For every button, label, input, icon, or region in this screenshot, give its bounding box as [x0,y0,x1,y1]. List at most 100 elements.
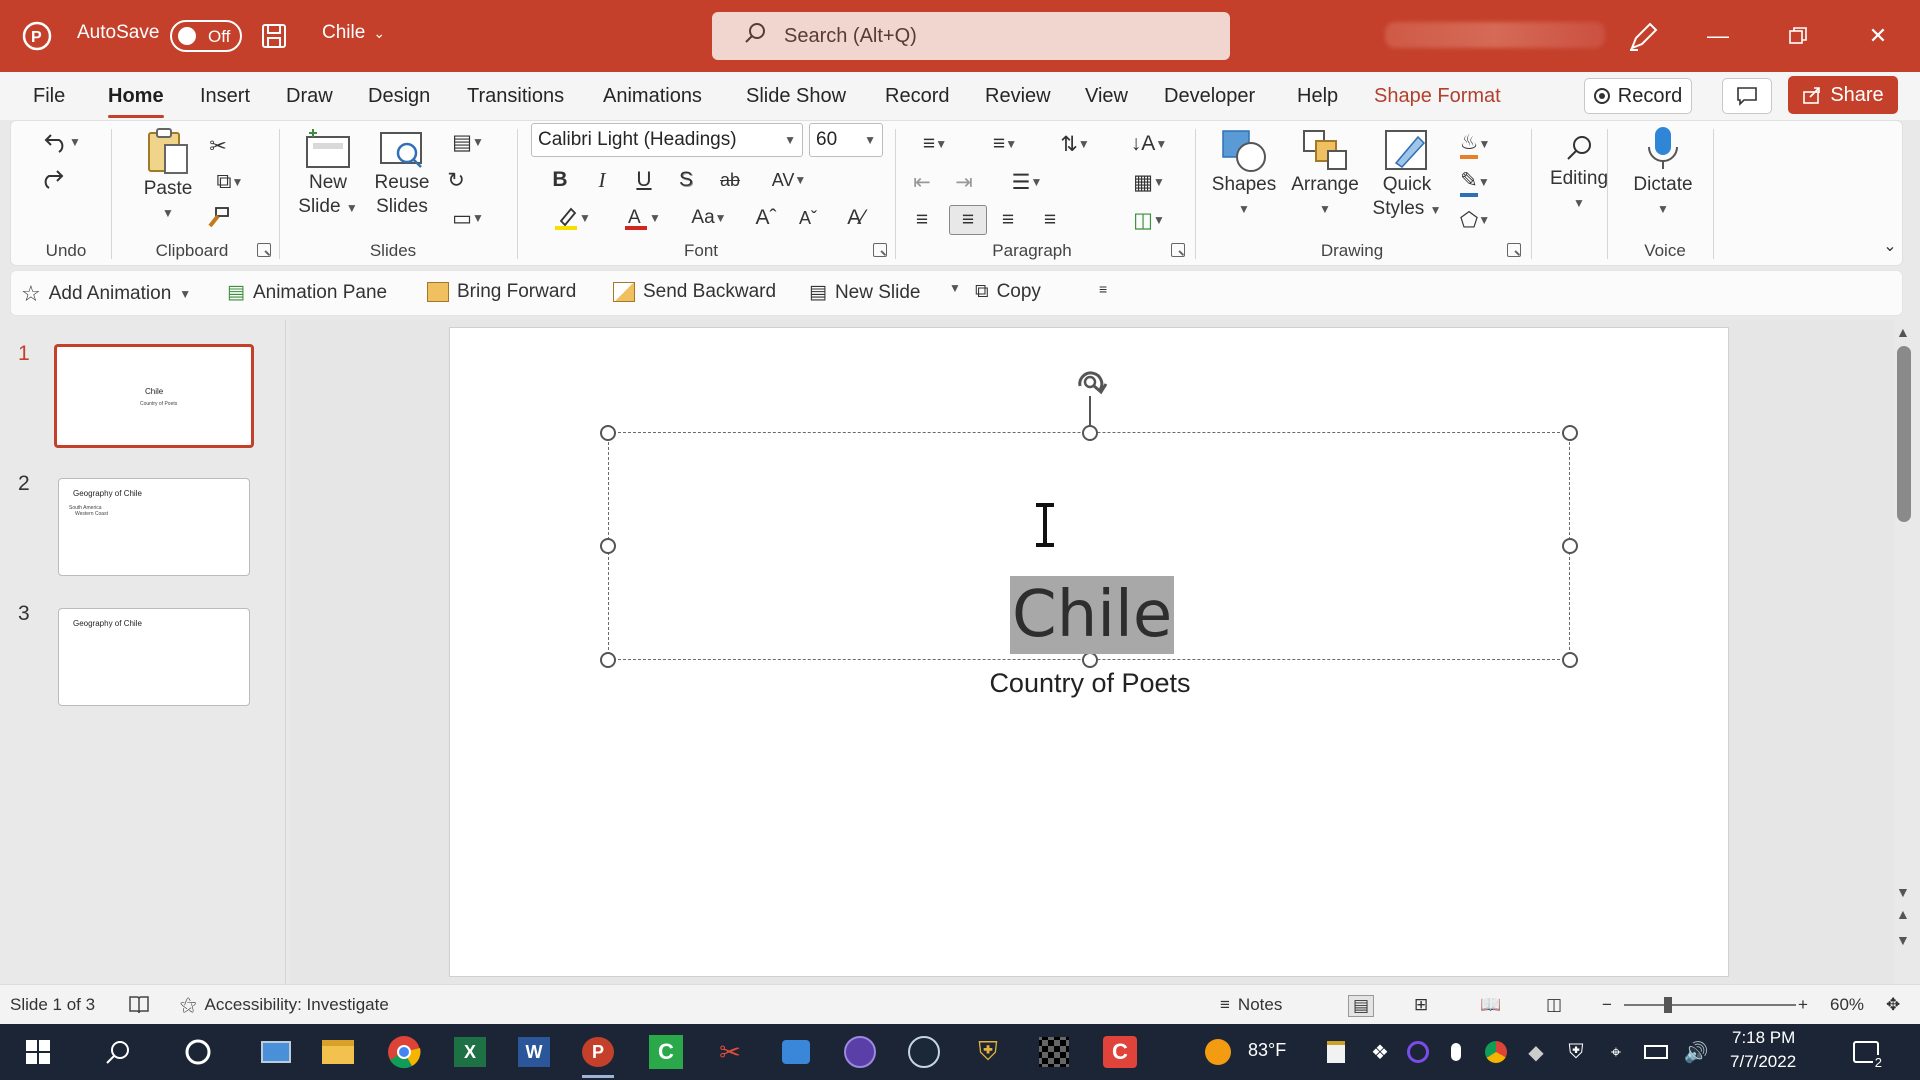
tab-home[interactable]: Home [108,85,164,118]
next-slide-icon[interactable]: ▼ [1896,932,1910,948]
redo-button[interactable] [37,163,67,193]
share-button[interactable]: Share [1788,76,1898,114]
justify-button[interactable]: ≡ [1035,205,1065,235]
tray-circle-icon[interactable] [1398,1032,1438,1072]
resize-handle-left[interactable] [600,538,616,554]
previous-slide-icon[interactable]: ▲ [1896,906,1910,922]
font-size-select[interactable]: 60 ▼ [809,123,883,157]
arrange-button[interactable]: Arrange ▼ [1285,127,1365,221]
tray-chrome-icon[interactable] [1476,1032,1516,1072]
qat-new-slide-button[interactable]: ▤ New Slide [809,281,921,304]
designer-pen-icon[interactable] [1626,20,1660,54]
tab-transitions[interactable]: Transitions [467,85,564,108]
tab-draw[interactable]: Draw [286,85,333,108]
slide-thumbnail-2[interactable]: Geography of Chile South America Western… [58,478,250,576]
phone-link-icon[interactable] [776,1032,816,1072]
slide-title-text[interactable]: Chile [1010,576,1175,654]
tab-developer[interactable]: Developer [1164,85,1255,108]
resize-handle-top-left[interactable] [600,425,616,441]
character-spacing-button[interactable]: AV ▼ [761,165,817,195]
zoom-slider-track[interactable] [1624,1004,1796,1006]
clock-time[interactable]: 7:18 PM [1732,1028,1795,1048]
italic-button[interactable]: I [587,165,617,195]
resize-handle-bottom-right[interactable] [1562,652,1578,668]
align-left-button[interactable]: ≡ [907,205,937,235]
font-name-select[interactable]: Calibri Light (Headings) ▼ [531,123,803,157]
tab-record[interactable]: Record [885,85,949,108]
slide-thumbnail-3[interactable]: Geography of Chile [58,608,250,706]
paragraph-launcher-icon[interactable] [1171,243,1185,257]
chrome-icon[interactable] [384,1032,424,1072]
text-shadow-button[interactable]: S [671,165,701,195]
qat-new-slide-dropdown[interactable]: ▼ [949,281,961,295]
weather-temperature[interactable]: 83°F [1248,1040,1286,1061]
clipboard-launcher-icon[interactable] [257,243,271,257]
dictate-button[interactable]: Dictate ▼ [1621,125,1705,221]
app-icon-purple[interactable] [840,1032,880,1072]
slide-thumbnail-1[interactable]: Chile Country of Poets [54,344,254,448]
record-button[interactable]: Record [1584,78,1692,114]
quick-styles-button[interactable]: Quick Styles ▼ [1367,127,1447,222]
steam-icon[interactable] [904,1032,944,1072]
normal-view-button[interactable]: ▤ [1348,995,1375,1017]
bring-forward-button[interactable]: Bring Forward [427,281,576,303]
shape-fill-button[interactable]: ♨ ▼ [1447,129,1503,159]
tray-diamond-icon[interactable]: ◆ [1516,1032,1556,1072]
qat-copy-button[interactable]: ⧉ Copy [975,281,1041,303]
weather-icon[interactable] [1198,1032,1238,1072]
shapes-button[interactable]: Shapes ▼ [1207,127,1281,221]
shape-outline-button[interactable]: ✎ ▼ [1447,167,1503,197]
taskbar-search-icon[interactable] [98,1032,138,1072]
align-right-button[interactable]: ≡ [993,205,1023,235]
file-explorer-icon[interactable] [318,1032,358,1072]
animation-pane-button[interactable]: ▤ Animation Pane [227,281,387,304]
scroll-down-icon[interactable]: ▼ [1896,884,1910,900]
decrease-font-button[interactable]: Aˇ [793,203,823,233]
zoom-in-button[interactable]: + [1798,995,1808,1015]
autosave-toggle[interactable]: Off [170,20,242,52]
scroll-up-icon[interactable]: ▲ [1896,324,1910,340]
tab-help[interactable]: Help [1297,85,1338,108]
zoom-slider-thumb[interactable] [1664,997,1672,1013]
notifications-icon[interactable]: 2 [1846,1032,1886,1072]
strikethrough-button[interactable]: ab [715,165,745,195]
save-icon[interactable] [260,22,288,50]
close-button[interactable]: ✕ [1858,20,1898,52]
tab-review[interactable]: Review [985,85,1051,108]
increase-font-button[interactable]: Aˆ [751,203,781,233]
bold-button[interactable]: B [545,165,575,195]
drawing-launcher-icon[interactable] [1507,243,1521,257]
underline-button[interactable]: U [629,165,659,195]
reuse-slides-button[interactable]: Reuse Slides [367,127,437,219]
customize-qat-button[interactable]: ≡ [1099,281,1107,297]
copy-button[interactable]: ⧉ ▼ [203,167,257,197]
excel-icon[interactable]: X [450,1032,490,1072]
resize-handle-top-right[interactable] [1562,425,1578,441]
paste-button[interactable]: Paste ▼ [131,127,205,225]
slide-show-button[interactable]: ◫ [1546,995,1562,1015]
resize-handle-bottom-left[interactable] [600,652,616,668]
section-button[interactable]: ▭ ▼ [441,203,495,233]
add-animation-button[interactable]: ☆ Add Animation ▼ [21,281,191,307]
clock-date[interactable]: 7/7/2022 [1730,1052,1796,1072]
tab-file[interactable]: File [33,85,65,108]
decrease-indent-button[interactable]: ⇤ [907,167,937,197]
tab-slide-show[interactable]: Slide Show [746,85,846,108]
search-input[interactable]: Search (Alt+Q) [712,12,1230,60]
battery-icon[interactable] [1636,1032,1676,1072]
powerpoint-icon[interactable]: P [578,1032,618,1078]
resize-handle-right[interactable] [1562,538,1578,554]
computer-app-icon[interactable] [256,1032,296,1072]
zoom-level[interactable]: 60% [1830,995,1864,1015]
slide-sorter-button[interactable]: ⊞ [1414,995,1428,1015]
send-backward-button[interactable]: Send Backward [613,281,776,303]
line-spacing-button[interactable]: ⇅ ▼ [1047,129,1103,159]
layout-button[interactable]: ▤ ▼ [441,127,495,157]
reset-slide-button[interactable]: ↻ [441,165,471,195]
dropbox-icon[interactable]: ❖ [1360,1032,1400,1072]
camtasia-recorder-icon[interactable]: C [1100,1032,1140,1072]
tab-insert[interactable]: Insert [200,85,250,108]
fit-to-window-icon[interactable]: ✥ [1886,995,1900,1015]
numbering-button[interactable]: ≡ ▼ [977,129,1033,159]
account-name-blurred[interactable] [1385,22,1605,48]
